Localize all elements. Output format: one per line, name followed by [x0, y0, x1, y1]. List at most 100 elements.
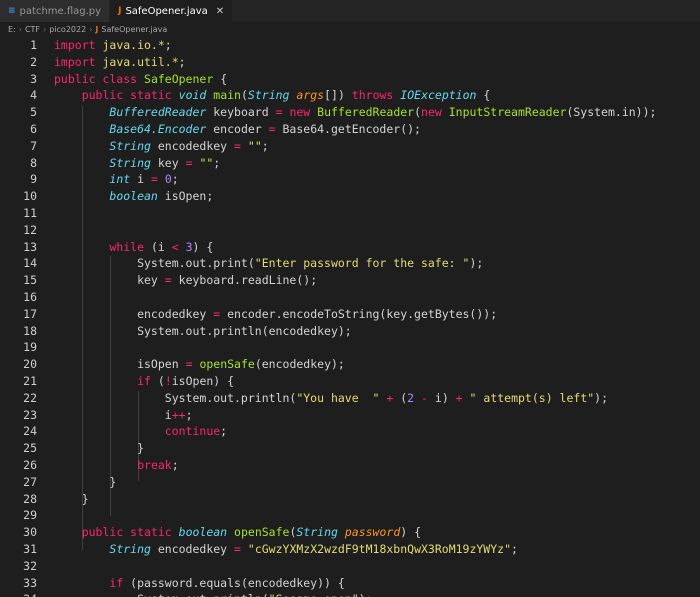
code-token: encoder: [206, 121, 269, 136]
code-token: isOpen) {: [171, 373, 235, 388]
code-token: isOpen: [54, 357, 186, 372]
code-token: ;: [213, 155, 221, 170]
code-line[interactable]: 2 import java.util.*;: [0, 54, 700, 71]
code-line[interactable]: 9 int i = 0;: [0, 171, 700, 188]
code-line[interactable]: 19: [0, 339, 700, 356]
code-line[interactable]: 23 i++;: [0, 407, 700, 424]
tab-bar: ≡ patchme.flag.py J SafeOpener.java ✕: [0, 0, 700, 22]
code-token: throws: [351, 88, 394, 103]
line-number: 13: [23, 239, 37, 254]
code-line[interactable]: 10 boolean isOpen;: [0, 188, 700, 205]
code-line[interactable]: 3 public class SafeOpener {: [0, 71, 700, 88]
code-token: =: [234, 138, 241, 153]
java-file-icon: J: [118, 6, 122, 16]
tab-label: SafeOpener.java: [125, 5, 208, 17]
breadcrumb-item[interactable]: SafeOpener.java: [101, 25, 167, 34]
code-line[interactable]: 29: [0, 507, 700, 524]
code-line[interactable]: 11: [0, 205, 700, 222]
breadcrumb-item[interactable]: CTF: [25, 25, 40, 34]
line-number: 31: [23, 541, 37, 556]
code-line[interactable]: 5 BufferedReader keyboard = new Buffered…: [0, 104, 700, 121]
code-token: (: [240, 88, 248, 103]
code-token: Base64.getEncoder();: [275, 121, 421, 136]
code-token: String: [296, 525, 338, 540]
code-text: BufferedReader keyboard = new BufferedRe…: [54, 104, 656, 121]
code-token: isOpen;: [157, 189, 214, 204]
code-line[interactable]: 34 System.out.println("Sesame open");: [0, 591, 700, 597]
code-token: i): [427, 390, 456, 405]
code-editor[interactable]: 1 import java.io.*; 2 import java.util.*; 3 p…: [0, 36, 700, 597]
code-token: while: [109, 239, 145, 254]
code-line[interactable]: 15 key = keyboard.readLine();: [0, 272, 700, 289]
code-token: BufferedReader: [109, 105, 207, 120]
code-line[interactable]: 20 isOpen = openSafe(encodedkey);: [0, 356, 700, 373]
code-line[interactable]: 7 String encodedkey = "";: [0, 138, 700, 155]
code-line[interactable]: 12: [0, 222, 700, 239]
close-icon[interactable]: ✕: [216, 6, 224, 17]
code-text: System.out.println("You have " + (2 - i)…: [54, 390, 608, 407]
code-line[interactable]: 26 break;: [0, 457, 700, 474]
code-token: System.out.println(encodedkey);: [54, 323, 352, 338]
code-token: encoder.encodeToString(key.getBytes());: [220, 306, 498, 321]
code-text: public static void main(String args[]) t…: [54, 87, 491, 104]
line-number: 23: [23, 407, 37, 422]
code-line[interactable]: 6 Base64.Encoder encoder = Base64.getEnc…: [0, 121, 700, 138]
code-line[interactable]: 24 continue;: [0, 423, 700, 440]
code-line[interactable]: 31 String encodedkey = "cGwzYXMzX2wzdF9t…: [0, 541, 700, 558]
line-number: 7: [30, 138, 37, 153]
code-token: =: [268, 121, 276, 136]
code-line[interactable]: 21 if (!isOpen) {: [0, 373, 700, 390]
code-token: System.out.print(: [54, 256, 255, 271]
code-line[interactable]: 28 }: [0, 491, 700, 508]
code-line[interactable]: 4 public static void main(String args[])…: [0, 87, 700, 104]
tab-patchme-flag-py[interactable]: ≡ patchme.flag.py: [0, 0, 111, 22]
code-token: IOException: [400, 88, 477, 103]
line-number: 15: [23, 273, 37, 288]
code-text: String encodedkey = "cGwzYXMzX2wzdF9tM18…: [54, 541, 518, 558]
line-number: 33: [23, 575, 37, 590]
line-number: 19: [23, 340, 37, 355]
code-line[interactable]: 33 if (password.equals(encodedkey)) {: [0, 575, 700, 592]
code-line[interactable]: 25 }: [0, 440, 700, 457]
breadcrumb-item[interactable]: E:: [8, 25, 16, 34]
tab-safeopener-java[interactable]: J SafeOpener.java ✕: [110, 0, 234, 22]
chevron-right-icon: ›: [18, 24, 22, 34]
code-token: "Enter password for the safe: ": [254, 256, 470, 271]
code-token: }: [54, 474, 117, 489]
code-line[interactable]: 17 encodedkey = encoder.encodeToString(k…: [0, 306, 700, 323]
code-line[interactable]: 16: [0, 289, 700, 306]
code-token: ;: [220, 424, 228, 439]
code-token: import: [54, 38, 103, 52]
code-token: );: [594, 390, 609, 405]
code-line[interactable]: 13 while (i < 3) {: [0, 239, 700, 256]
code-token: -: [421, 390, 428, 405]
code-line[interactable]: 32: [0, 558, 700, 575]
code-line[interactable]: 30 public static boolean openSafe(String…: [0, 524, 700, 541]
code-text: i++;: [54, 407, 193, 424]
code-text: System.out.println("Sesame open");: [54, 591, 372, 597]
code-token: keyboard.readLine();: [171, 273, 318, 288]
code-line[interactable]: 27 }: [0, 474, 700, 491]
code-token: "You have ": [296, 390, 380, 405]
code-text: }: [54, 440, 144, 457]
code-line[interactable]: 14 System.out.print("Enter password for …: [0, 255, 700, 272]
line-number: 29: [23, 508, 37, 523]
code-line[interactable]: 22 System.out.println("You have " + (2 -…: [0, 390, 700, 407]
code-text: }: [54, 491, 89, 508]
breadcrumb-item[interactable]: pico2022: [49, 25, 86, 34]
code-token: "": [247, 138, 262, 153]
code-line[interactable]: 8 String key = "";: [0, 155, 700, 172]
code-token: =: [275, 105, 283, 120]
line-number: 3: [30, 71, 37, 86]
code-line[interactable]: 1 import java.io.*;: [0, 37, 700, 54]
code-token: Base64.Encoder: [109, 121, 207, 136]
code-line[interactable]: 18 System.out.println(encodedkey);: [0, 323, 700, 340]
